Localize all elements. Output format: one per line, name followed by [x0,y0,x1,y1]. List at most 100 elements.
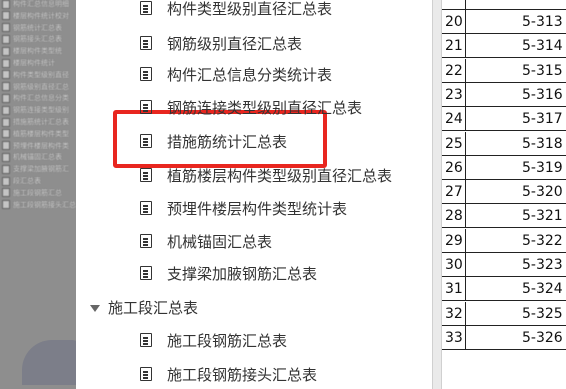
table-cell-code: 5-321 [522,208,563,225]
table-row[interactable]: 26 5-319 [442,155,566,180]
document-icon [2,46,10,56]
table-row[interactable]: 33 5-326 [442,325,566,350]
left-tree-item[interactable]: 措施筋统计汇总表 [2,116,69,128]
document-icon [2,141,10,151]
table-cell-index: 29 [442,228,466,253]
left-tree-item[interactable]: 施工段钢筋接头汇总 [2,199,76,211]
table-row[interactable]: 20 5-313 [442,10,566,34]
document-icon [140,134,152,148]
document-icon [2,164,10,174]
tree-item-label: 施工段钢筋汇总表 [167,332,288,350]
left-tree-item[interactable]: 段汇总表 [2,175,41,187]
left-tree-item-label: 施工段钢筋接头汇总 [13,200,76,209]
table-cell-code: 5-314 [522,38,563,55]
document-icon [140,100,152,114]
table-cell-index: 33 [442,325,466,350]
tree-item-label: 钢筋级别直径汇总表 [167,35,303,53]
table-row[interactable]: 32 5-325 [442,301,566,326]
left-tree-item-label: 楼层构件统计 [13,59,55,67]
document-icon [140,333,152,347]
left-tree-item[interactable]: 钢筋统计汇总表 [2,22,62,34]
table-cell-index: 22 [442,58,466,83]
table-cell-code: 5-316 [522,86,563,103]
document-icon [2,11,10,21]
left-tree-item-label: 钢筋级别直径汇总 [13,82,69,91]
left-tree-item-label: 构件类型级别直径 [13,70,69,79]
left-tree-item[interactable]: 钢筋连接类型级别 [2,104,69,116]
left-tree-item-label: 植筋楼层构件类型 [13,129,69,138]
document-icon [140,168,152,182]
document-icon [2,70,10,80]
table-row[interactable]: 27 5-320 [442,180,566,205]
document-icon [140,234,152,248]
table-cell-code: 5-325 [522,305,563,322]
left-tree-item-label: 构件汇总信息明细 [13,0,69,8]
table-cell-index: 21 [442,34,466,59]
table-cell-index [442,0,466,10]
left-tree-item[interactable]: 楼层构件类型统 [2,45,62,57]
table-cell-index: 28 [442,204,466,229]
panel-divider[interactable] [432,0,442,389]
left-tree-item[interactable]: 楼层构件统计校对 [2,10,69,22]
left-tree-item[interactable]: 构件汇总信息分类 [2,92,69,104]
left-tree-item-label: 机械锚固汇总表 [13,153,62,162]
table-row[interactable]: 30 5-323 [442,253,566,277]
left-tree-item[interactable]: 构件类型级别直径 [2,69,69,81]
table-cell-code: 5-323 [522,257,563,273]
table-cell-code: 5-315 [522,62,563,79]
document-icon [2,105,10,115]
left-tree-item-label: 楼层构件统计校对 [13,11,69,20]
left-tree-item[interactable]: 机械锚固汇总表 [2,151,62,163]
document-icon [140,36,152,50]
document-icon [2,129,10,139]
table-row[interactable]: 31 5-324 [442,277,566,302]
left-tree-item-label: 支撑梁加腋钢筋汇 [13,165,69,174]
table-row[interactable]: 25 5-318 [442,131,566,156]
tree-item-label: 机械锚固汇总表 [167,233,273,251]
left-tree-item[interactable]: 支撑梁加腋钢筋汇 [2,163,69,175]
document-icon [2,82,10,92]
table-row-partial [442,0,566,10]
left-tree-item-label: 预埋件楼层构件类 [13,141,69,150]
table-cell-code: 5-313 [522,14,563,30]
left-tree-item[interactable]: 钢筋接头汇总表 [2,33,62,45]
table-row[interactable]: 28 5-321 [442,204,566,229]
table-cell-code: 5-319 [522,159,563,176]
left-tree-item-label: 钢筋接头汇总表 [13,35,62,44]
table-row[interactable]: 29 5-322 [442,228,566,253]
table-cell-index: 25 [442,131,466,156]
document-icon [2,176,10,186]
left-tree-item[interactable]: 施工段钢筋汇总 [2,187,62,199]
document-icon [140,67,152,81]
document-icon [2,58,10,68]
document-icon [140,1,152,15]
quota-table: 20 5-313 21 5-314 22 5-315 23 5-316 24 5-317 25 5-3… [442,0,566,389]
document-icon [2,23,10,33]
document-icon [140,367,152,381]
left-tree-item[interactable]: 植筋楼层构件类型 [2,128,69,140]
left-tree-item[interactable]: 楼层构件统计 [2,57,55,69]
tree-item-label: 预埋件楼层构件类型统计表 [167,200,348,218]
table-cell-code: 5-320 [522,184,563,201]
document-icon [2,0,10,9]
left-tree-item-label: 措施筋统计汇总表 [13,118,69,126]
left-tree-item-label: 段汇总表 [13,177,41,185]
table-cell-code: 5-317 [522,111,563,128]
left-tree-item-label: 钢筋统计汇总表 [13,23,62,32]
tree-item-label: 钢筋连接类型级别直径汇总表 [167,99,363,117]
table-cell-code: 5-326 [522,329,563,346]
table-row[interactable]: 24 5-317 [442,107,566,132]
tree-item-label: 措施筋统计汇总表 [167,133,288,151]
caret-down-icon[interactable] [90,305,100,312]
table-row[interactable]: 23 5-316 [442,82,566,107]
left-tree-item[interactable]: 构件汇总信息明细 [2,0,69,10]
table-cell-index: 27 [442,180,466,205]
table-cell-index: 30 [442,253,466,277]
left-tree-item[interactable]: 钢筋级别直径汇总 [2,81,69,93]
left-tree-item[interactable]: 预埋件楼层构件类 [2,140,69,152]
table-row[interactable]: 22 5-315 [442,58,566,83]
table-row[interactable]: 21 5-314 [442,34,566,59]
document-icon [2,93,10,103]
document-icon [2,117,10,127]
tree-group-label: 施工段汇总表 [108,299,199,317]
